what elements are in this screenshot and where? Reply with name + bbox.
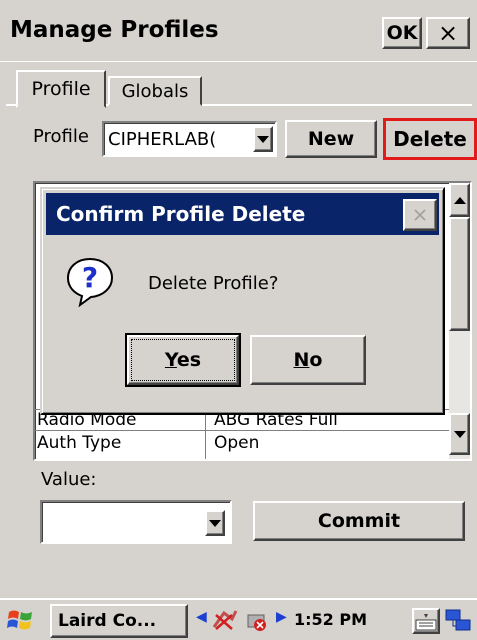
scroll-up-button[interactable]	[449, 183, 470, 217]
dialog-title: Confirm Profile Delete	[56, 202, 306, 226]
commit-button[interactable]: Commit	[253, 501, 465, 541]
keyboard-icon[interactable]	[412, 608, 440, 634]
taskbar-app-button[interactable]: Laird Co...	[50, 604, 188, 638]
scroll-down-button[interactable]	[449, 413, 470, 455]
dialog-close-button[interactable]	[403, 199, 437, 231]
connection-icon[interactable]	[444, 606, 474, 636]
chevron-down-icon	[209, 519, 221, 527]
window-title: Manage Profiles	[10, 17, 219, 43]
profile-dropdown-button[interactable]	[253, 126, 273, 152]
battery-icon[interactable]	[244, 607, 272, 633]
windows-start-icon[interactable]	[6, 606, 36, 636]
value-label: Value:	[41, 469, 97, 490]
yes-button[interactable]: Yes	[125, 333, 241, 387]
chevron-down-icon	[453, 430, 466, 438]
list-item-value: Open	[205, 431, 460, 459]
clock[interactable]: 1:52 PM	[294, 610, 367, 629]
svg-text:?: ?	[82, 261, 98, 294]
dialog-message: Delete Profile?	[148, 273, 279, 294]
title-bar: Manage Profiles OK ×	[0, 0, 477, 62]
new-profile-button[interactable]: New	[285, 120, 377, 158]
value-dropdown[interactable]	[40, 500, 232, 544]
dialog-title-bar: Confirm Profile Delete	[46, 193, 439, 235]
close-button[interactable]: ×	[426, 17, 470, 49]
list-item[interactable]: Auth Type Open	[35, 430, 455, 459]
vertical-scrollbar[interactable]	[449, 183, 470, 459]
ok-button[interactable]: OK	[382, 17, 422, 49]
value-dropdown-button[interactable]	[205, 510, 225, 536]
question-icon: ?	[64, 255, 116, 308]
list-item-name: Auth Type	[37, 433, 122, 453]
scrollbar-thumb[interactable]	[449, 217, 470, 331]
no-mnemonic: N	[293, 349, 310, 371]
tray-left-arrow-icon[interactable]: ◀	[196, 609, 207, 625]
no-button-label: No	[294, 349, 323, 371]
system-tray: ◀ ▶ 1:52 PM	[190, 605, 410, 637]
network-icon[interactable]	[210, 607, 240, 633]
no-label-rest: o	[309, 349, 323, 371]
yes-label-rest: es	[176, 349, 202, 371]
tab-profile[interactable]: Profile	[16, 70, 106, 108]
confirm-delete-dialog: Confirm Profile Delete ? Delete Profile?…	[40, 187, 445, 415]
tray-right-arrow-icon[interactable]: ▶	[276, 609, 287, 625]
tab-globals[interactable]: Globals	[108, 76, 202, 106]
yes-mnemonic: Y	[164, 349, 177, 371]
close-icon	[414, 209, 426, 221]
delete-profile-button[interactable]: Delete	[383, 118, 477, 160]
chevron-down-icon	[257, 135, 269, 143]
taskbar: Laird Co... ◀ ▶ 1:52 PM	[0, 598, 477, 640]
profile-label: Profile	[33, 126, 89, 147]
no-button[interactable]: No	[250, 335, 366, 385]
profile-dropdown[interactable]: CIPHERLAB(	[102, 121, 277, 157]
chevron-up-icon	[453, 196, 466, 204]
yes-button-label: Yes	[165, 349, 201, 371]
profile-dropdown-value: CIPHERLAB(	[108, 129, 217, 150]
